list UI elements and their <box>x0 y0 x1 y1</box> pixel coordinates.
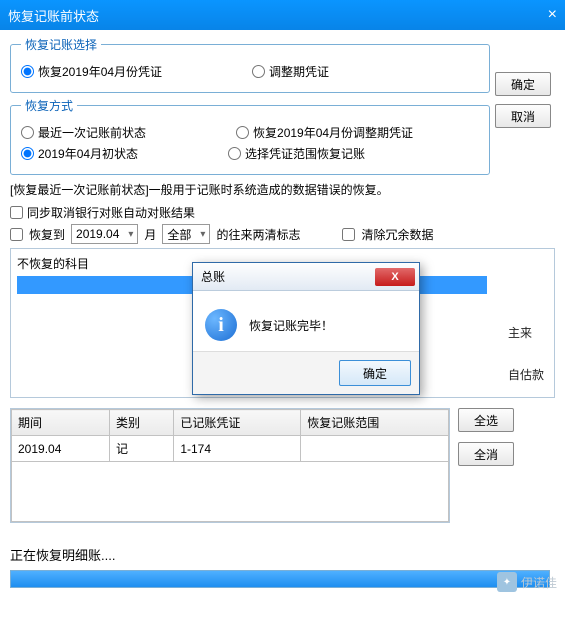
voucher-grid: 期间 类别 已记账凭证 恢复记账范围 2019.04 记 1-174 <box>10 408 450 523</box>
month-label: 月 <box>144 226 156 243</box>
checkbox-sync-cancel[interactable] <box>10 206 23 219</box>
restore-choice-group: 恢复记账选择 恢复2019年04月份凭证 调整期凭证 <box>10 36 490 93</box>
info-dialog: 总账 X i 恢复记账完毕！ 确定 <box>192 262 420 395</box>
col-vouchers: 已记账凭证 <box>174 410 301 436</box>
flag-label: 的往来两清标志 <box>216 226 300 243</box>
checkbox-sync-label: 同步取消银行对账自动对账结果 <box>27 204 195 221</box>
dialog-close-button[interactable]: X <box>375 268 415 286</box>
dialog-title: 总账 <box>201 268 225 285</box>
col-type: 类别 <box>110 410 174 436</box>
window-titlebar: 恢复记账前状态 × <box>0 0 565 30</box>
radio-select-range[interactable]: 选择凭证范围恢复记账 <box>228 145 365 162</box>
restore-to-label: 恢复到 <box>29 226 65 243</box>
checkbox-clear-redundant[interactable] <box>342 228 355 241</box>
radio-restore-april[interactable]: 恢复2019年04月份凭证 <box>21 63 162 80</box>
window-title: 恢复记账前状态 <box>8 6 99 25</box>
restore-method-group: 恢复方式 最近一次记账前状态 恢复2019年04月份调整期凭证 2019年04月… <box>10 97 490 175</box>
close-icon[interactable]: × <box>548 6 557 24</box>
radio-last-state[interactable]: 最近一次记账前状态 <box>21 124 146 141</box>
radio-restore-adjust[interactable]: 恢复2019年04月份调整期凭证 <box>236 124 413 141</box>
status-text: 正在恢复明细账.... <box>10 545 555 564</box>
description-text: [恢复最近一次记账前状态]一般用于记账时系统造成的数据错误的恢复。 <box>10 181 555 198</box>
content-area: 恢复记账选择 恢复2019年04月份凭证 调整期凭证 恢复方式 最近一次记账前状… <box>0 30 565 594</box>
period-combo[interactable]: 2019.04 <box>71 224 138 244</box>
radio-april-initial[interactable]: 2019年04月初状态 <box>21 145 138 162</box>
progress-bar <box>10 570 550 588</box>
wechat-icon: ✦ <box>497 572 517 592</box>
info-icon: i <box>205 309 237 341</box>
select-all-button[interactable]: 全选 <box>458 408 514 432</box>
ok-button[interactable]: 确定 <box>495 72 551 96</box>
hidden-text-peek: 主来 自估款 <box>508 321 544 387</box>
scope-combo[interactable]: 全部 <box>162 224 210 244</box>
table-row[interactable]: 2019.04 记 1-174 <box>12 436 449 462</box>
table-header-row: 期间 类别 已记账凭证 恢复记账范围 <box>12 410 449 436</box>
dialog-ok-button[interactable]: 确定 <box>339 360 411 386</box>
cancel-button[interactable]: 取消 <box>495 104 551 128</box>
checkbox-clear-label: 清除冗余数据 <box>361 226 433 243</box>
restore-choice-legend: 恢复记账选择 <box>21 36 101 53</box>
restore-method-legend: 恢复方式 <box>21 97 77 114</box>
dialog-titlebar: 总账 X <box>193 263 419 291</box>
col-period: 期间 <box>12 410 110 436</box>
checkbox-restore-to[interactable] <box>10 228 23 241</box>
progress-fill <box>11 571 549 587</box>
deselect-all-button[interactable]: 全消 <box>458 442 514 466</box>
col-range: 恢复记账范围 <box>301 410 449 436</box>
dialog-message: 恢复记账完毕！ <box>249 317 333 334</box>
radio-adjustment-period[interactable]: 调整期凭证 <box>252 63 329 80</box>
watermark: ✦ 伊诺佳 <box>497 572 557 592</box>
